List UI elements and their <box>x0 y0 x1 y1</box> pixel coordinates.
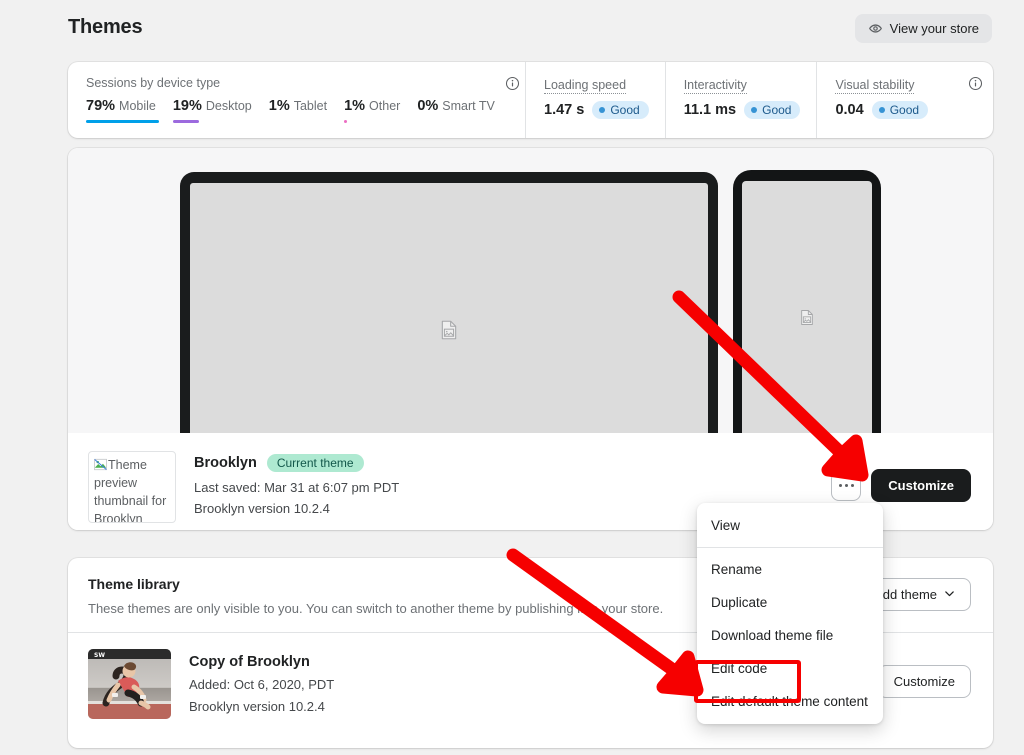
device-label: Smart TV <box>442 99 495 113</box>
current-theme-badge: Current theme <box>266 454 364 472</box>
menu-divider <box>697 547 883 548</box>
status-dot-icon <box>599 107 606 113</box>
theme-row-version: Brooklyn version 10.2.4 <box>189 699 325 714</box>
chevron-down-icon <box>944 587 955 602</box>
device-bar-other <box>344 120 348 123</box>
menu-item-edit-default-theme-content[interactable]: Edit default theme content <box>697 685 883 718</box>
device-percent: 1% <box>344 98 366 114</box>
menu-item-download-theme-file[interactable]: Download theme file <box>697 619 883 652</box>
device-stat-tablet: 1% Tablet <box>269 98 327 123</box>
theme-row-details: Copy of Brooklyn Added: Oct 6, 2020, PDT… <box>189 654 334 714</box>
status-label: Good <box>762 103 792 117</box>
broken-image-icon <box>799 308 815 332</box>
metric-loading-speed: Loading speed 1.47 s Good <box>526 62 665 138</box>
performance-info-icon[interactable] <box>968 76 983 91</box>
status-label: Good <box>889 103 920 117</box>
broken-image-icon <box>439 318 459 347</box>
device-label: Mobile <box>119 99 156 113</box>
theme-preview-card: Theme preview thumbnail for Brooklyn Bro… <box>68 148 993 530</box>
device-percent: 1% <box>268 98 290 114</box>
customize-button[interactable]: Customize <box>871 469 971 502</box>
metrics-card: Sessions by device type 79% Mobile 19% D… <box>68 62 993 138</box>
metric-label: Visual stability <box>835 78 915 94</box>
current-theme-thumbnail: Theme preview thumbnail for Brooklyn <box>88 451 176 523</box>
metric-label: Interactivity <box>683 78 747 94</box>
status-badge: Good <box>871 101 929 119</box>
theme-actions-dropdown: View Rename Duplicate Download theme fil… <box>697 503 883 724</box>
desktop-preview-frame <box>180 172 718 433</box>
theme-row-actions: Customize <box>877 665 971 698</box>
menu-item-rename[interactable]: Rename <box>697 553 883 586</box>
device-bar-desktop <box>172 120 199 123</box>
add-theme-label: Add theme <box>874 587 937 602</box>
menu-item-view[interactable]: View <box>697 509 883 542</box>
current-theme-last-saved: Last saved: Mar 31 at 6:07 pm PDT <box>194 480 400 495</box>
metric-visual-stability: Visual stability 0.04 Good <box>816 62 944 138</box>
device-label: Tablet <box>293 99 328 113</box>
metric-value: 1.47 s <box>544 102 585 118</box>
theme-row-name: Copy of Brooklyn <box>189 654 310 670</box>
mobile-preview-frame <box>733 170 881 433</box>
status-badge: Good <box>592 101 649 119</box>
sessions-by-device-section: Sessions by device type 79% Mobile 19% D… <box>68 62 526 138</box>
desktop-preview-screen <box>190 183 708 433</box>
ellipsis-horizontal-icon <box>838 483 843 488</box>
device-percent: 0% <box>417 98 439 114</box>
themes-page: Themes View your store Sessions by devic… <box>0 0 1024 755</box>
mobile-preview-screen <box>742 181 872 433</box>
status-badge: Good <box>744 101 801 119</box>
menu-item-edit-code[interactable]: Edit code <box>697 652 883 685</box>
current-theme-name: Brooklyn <box>194 455 257 471</box>
device-label: Desktop <box>205 99 252 113</box>
device-percent: 79% <box>86 98 116 114</box>
ellipsis-horizontal-icon <box>850 483 855 488</box>
device-stat-smart-tv: 0% Smart TV <box>417 98 495 123</box>
ellipsis-horizontal-icon <box>844 483 849 488</box>
status-label: Good <box>610 103 640 117</box>
metric-label: Loading speed <box>544 78 627 94</box>
broken-image-icon <box>94 458 107 471</box>
device-stat-mobile: 79% Mobile <box>86 98 159 123</box>
current-theme-details: Brooklyn Current theme Last saved: Mar 3… <box>194 451 399 516</box>
theme-thumbnail: SW <box>88 649 171 719</box>
current-theme-version: Brooklyn version 10.2.4 <box>194 501 330 516</box>
current-theme-actions: Customize <box>831 469 971 502</box>
metric-interactivity: Interactivity 11.1 ms Good <box>664 62 817 138</box>
menu-item-duplicate[interactable]: Duplicate <box>697 586 883 619</box>
more-actions-button[interactable] <box>831 470 862 501</box>
device-stat-desktop: 19% Desktop <box>172 98 252 123</box>
sessions-label: Sessions by device type <box>86 76 221 90</box>
device-stat-other: 1% Other <box>344 98 400 123</box>
sessions-info-icon[interactable] <box>505 76 520 91</box>
view-your-store-button[interactable]: View your store <box>854 14 992 43</box>
page-title: Themes <box>68 16 143 38</box>
status-dot-icon <box>878 107 885 113</box>
device-breakdown-list: 79% Mobile 19% Desktop 1% Tablet 1% Othe… <box>86 98 507 123</box>
device-bar-mobile <box>86 120 159 123</box>
metric-value: 0.04 <box>835 102 864 118</box>
device-percent: 19% <box>172 98 202 114</box>
device-preview-stage <box>68 148 993 433</box>
metric-value: 11.1 ms <box>683 102 737 118</box>
device-label: Other <box>369 99 401 113</box>
theme-row-added: Added: Oct 6, 2020, PDT <box>189 677 335 692</box>
svg-text:SW: SW <box>94 652 105 659</box>
performance-section: Loading speed 1.47 s Good Interactivity … <box>526 62 993 138</box>
view-your-store-label: View your store <box>889 21 979 36</box>
eye-icon <box>868 21 883 36</box>
customize-button[interactable]: Customize <box>877 665 971 698</box>
status-dot-icon <box>751 107 758 113</box>
page-header: Themes View your store <box>0 0 1024 55</box>
